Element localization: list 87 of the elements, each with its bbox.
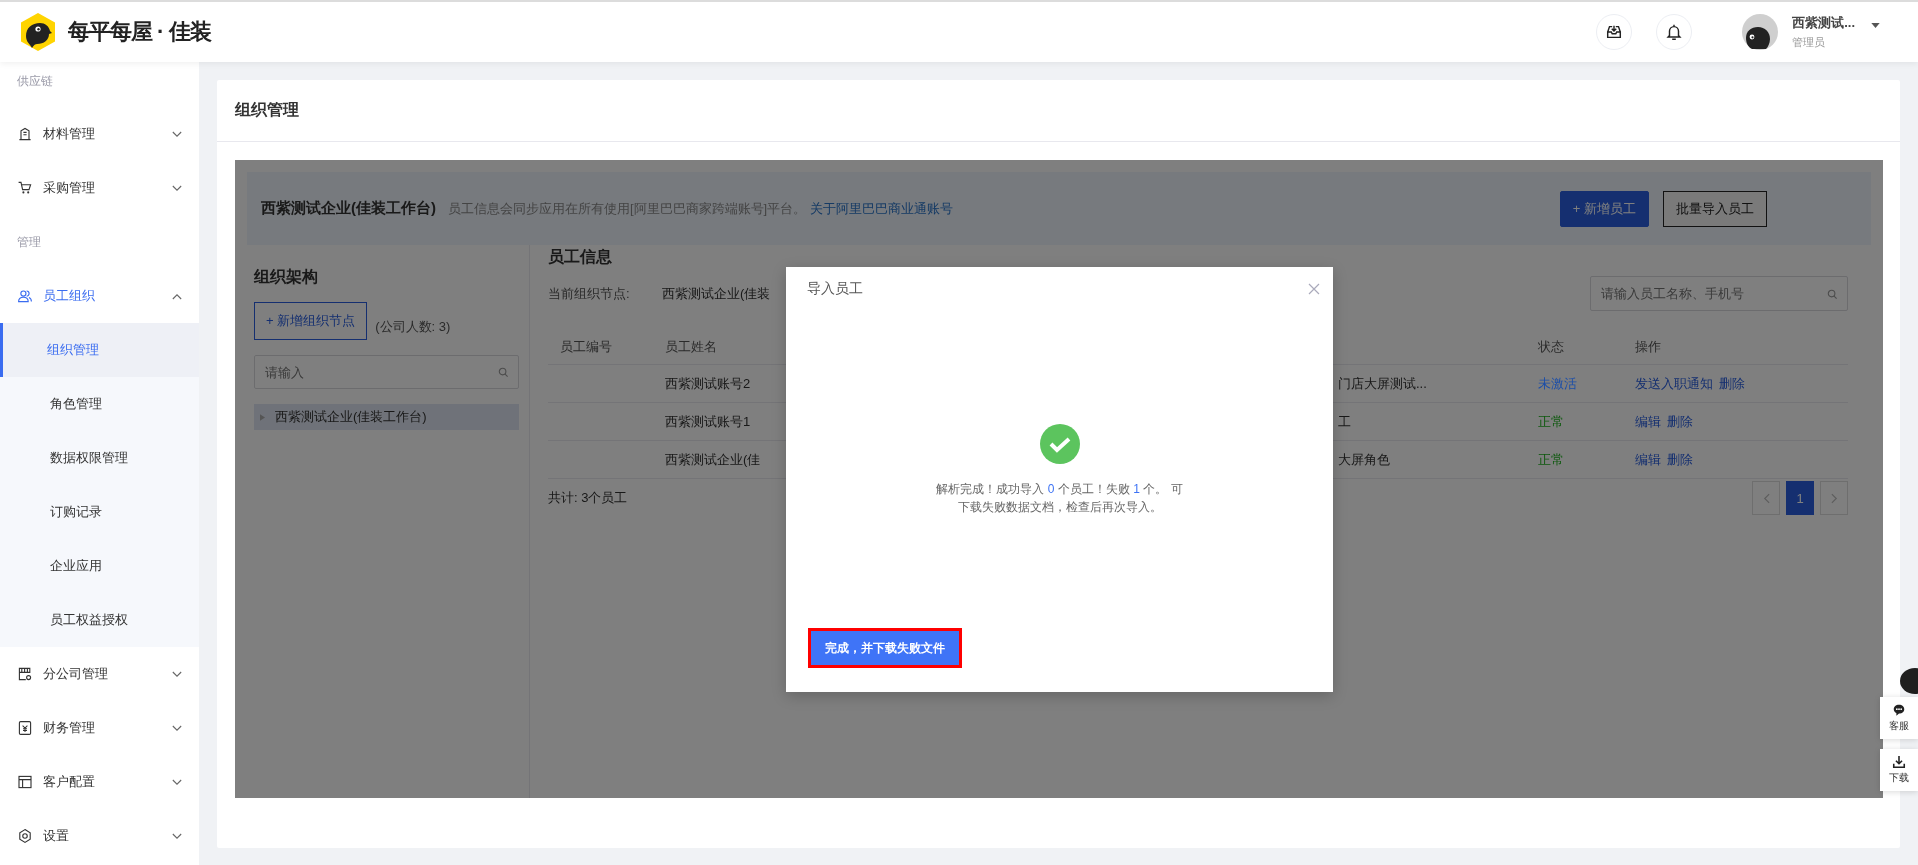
section-title: 员工信息 <box>548 247 613 267</box>
page-title: 组织管理 <box>235 100 299 120</box>
chevron-icon <box>172 670 182 678</box>
success-check-icon <box>1039 424 1080 464</box>
sidebar-item[interactable]: 材料管理 <box>0 107 199 161</box>
customer-service-button[interactable]: 客服 <box>1880 697 1918 739</box>
result-message: 解析完成！成功导入 0 个员工！失败 1 个。 可下载失败数据文档，检查后再次导入。 <box>935 481 1184 516</box>
status-text: 正常 <box>1538 451 1564 467</box>
table-cell: 门店大屏测试... <box>1338 375 1427 391</box>
table-cell: 西紫测试账号2 <box>665 375 751 391</box>
user-role: 管理员 <box>1792 35 1827 50</box>
account-link[interactable]: 关于阿里巴巴商业通账号 <box>810 199 954 218</box>
notification-button[interactable] <box>1656 14 1693 50</box>
chevron-icon <box>172 832 182 840</box>
sidebar-group-label: 管理 <box>17 233 41 251</box>
current-node-label: 当前组织节点: <box>548 284 631 303</box>
layout-icon <box>17 774 33 790</box>
import-employees-button[interactable]: 批量导入员工 <box>1663 190 1767 227</box>
sidebar-item[interactable]: 员工组织 <box>0 269 199 323</box>
table-cell: 大屏角色 <box>1338 451 1390 467</box>
user-name[interactable]: 西紫测试... <box>1792 14 1855 32</box>
avatar[interactable] <box>1742 14 1779 50</box>
sidebar-subitem[interactable]: 企业应用 <box>0 539 199 593</box>
settings-icon <box>17 828 33 844</box>
bell-icon <box>1665 23 1684 41</box>
action-link[interactable]: 删除 <box>1719 374 1745 393</box>
logo-icon <box>18 12 58 52</box>
column-header: 员工姓名 <box>665 338 718 356</box>
chevron-right-icon <box>1830 492 1838 504</box>
table-cell: 工 <box>1338 413 1351 429</box>
sidebar-item[interactable]: 财务管理 <box>0 701 199 755</box>
column-header: 状态 <box>1538 338 1565 356</box>
column-header: 操作 <box>1635 338 1662 356</box>
action-link[interactable]: 删除 <box>1667 450 1693 469</box>
sidebar-subitem[interactable]: 角色管理 <box>0 377 199 431</box>
total-count: 共计: 3个员工 <box>548 489 628 507</box>
action-link[interactable]: 删除 <box>1667 412 1693 431</box>
caret-down-icon[interactable] <box>1871 22 1880 28</box>
dialog-title: 导入员工 <box>807 280 863 298</box>
search-field[interactable]: 请输入 <box>254 355 519 389</box>
sidebar-subitem[interactable]: 组织管理 <box>0 323 199 377</box>
company-name: 西紫测试企业(佳装工作台) <box>261 199 436 218</box>
add-node-button[interactable]: + 新增组织节点 <box>254 302 368 340</box>
table-cell: 西紫测试企业(佳 <box>665 451 761 467</box>
download-icon <box>1892 755 1906 769</box>
sidebar-group-label: 供应链 <box>17 73 53 90</box>
chevron-icon <box>172 778 182 786</box>
status-text: 未激活 <box>1538 375 1577 391</box>
caret-icon <box>260 413 265 421</box>
action-link[interactable]: 编辑 <box>1635 412 1661 431</box>
search-icon <box>498 367 509 378</box>
search-icon <box>1827 288 1838 300</box>
section-title: 组织架构 <box>254 267 319 287</box>
action-link[interactable]: 发送入职通知 <box>1635 374 1713 393</box>
action-link[interactable]: 编辑 <box>1635 450 1661 469</box>
yen-document-icon <box>17 720 33 736</box>
chevron-icon <box>172 130 182 138</box>
sidebar-subitem[interactable]: 订购记录 <box>0 485 199 539</box>
status-text: 正常 <box>1538 413 1564 429</box>
inbox-icon <box>1605 23 1624 41</box>
table-cell: 西紫测试账号1 <box>665 413 751 429</box>
chat-icon <box>1892 703 1906 717</box>
cart-icon <box>17 180 33 196</box>
chevron-icon <box>172 184 182 192</box>
sidebar-item[interactable]: 设置 <box>0 809 199 863</box>
chevron-icon <box>172 724 182 732</box>
sidebar-item[interactable]: 采购管理 <box>0 161 199 215</box>
sidebar-subitem[interactable]: 员工权益授权 <box>0 593 199 647</box>
building-icon <box>17 126 33 142</box>
inbox-download-button[interactable] <box>1596 14 1633 50</box>
store-icon <box>17 666 33 682</box>
page-button[interactable]: 1 <box>1786 481 1814 515</box>
sidebar-item[interactable]: 客户配置 <box>0 755 199 809</box>
logo-text: 每平每屋 · 佳装 <box>68 18 211 46</box>
sidebar-subitem[interactable]: 数据权限管理 <box>0 431 199 485</box>
member-count: (公司人数: 3) <box>375 318 451 336</box>
sidebar-item[interactable]: 分公司管理 <box>0 647 199 701</box>
chevron-icon <box>172 292 182 300</box>
download-button[interactable]: 下载 <box>1880 749 1918 791</box>
add-employee-button[interactable]: + 新增员工 <box>1559 190 1649 227</box>
tree-node[interactable]: 西紫测试企业(佳装工作台) <box>254 404 519 430</box>
chevron-left-icon <box>1762 492 1770 504</box>
employee-search-field[interactable]: 请输入员工名称、手机号 <box>1590 276 1848 311</box>
finish-download-button[interactable]: 完成，并下载失败文件 <box>808 628 962 668</box>
column-header: 员工编号 <box>559 338 613 356</box>
users-icon <box>17 288 33 304</box>
current-node-value: 西紫测试企业(佳装 <box>662 284 771 303</box>
